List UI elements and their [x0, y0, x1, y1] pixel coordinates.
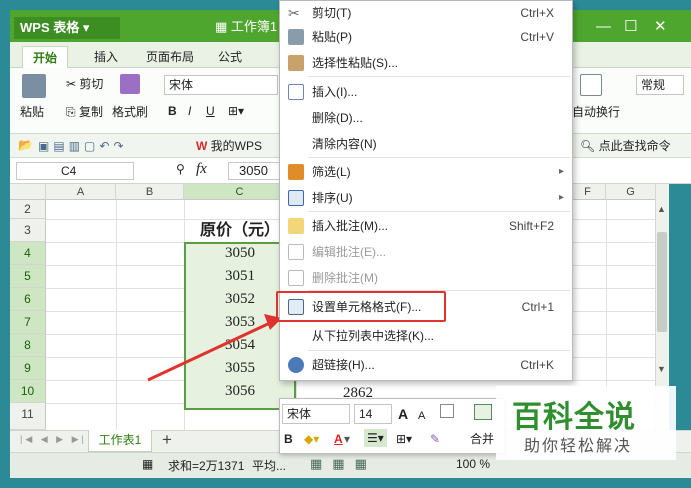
submenu-arrow-icon: ▸ [558, 192, 564, 203]
menu-hyperlink[interactable]: 超链接(H)... Ctrl+K [280, 352, 572, 378]
paste-icon [288, 29, 304, 45]
menu-delete-comment: 删除批注(M) [280, 265, 572, 291]
merge-button[interactable]: 合并 [470, 430, 494, 448]
insert-icon [288, 84, 304, 100]
sort-icon [288, 190, 304, 206]
menu-sort[interactable]: 排序(U) ▸ [280, 185, 572, 211]
fill-color-icon[interactable]: ◆▾ [304, 430, 319, 448]
font-color-dropdown-icon[interactable]: ▾ [344, 430, 350, 448]
scissors-icon: ✂ [288, 5, 300, 21]
menu-insert-comment[interactable]: 插入批注(M)... Shift+F2 [280, 213, 572, 239]
submenu-arrow-icon: ▸ [558, 166, 564, 177]
menu-filter[interactable]: 筛选(L) ▸ [280, 159, 572, 185]
watermark-title: 百科全说 [512, 401, 636, 434]
menu-clear-contents[interactable]: 清除内容(N) [280, 131, 572, 157]
highlight-box [276, 291, 446, 322]
menu-separator [308, 157, 570, 158]
menu-paste[interactable]: 粘贴(P) Ctrl+V [280, 24, 572, 50]
menu-separator [308, 76, 570, 77]
filter-icon [288, 164, 304, 180]
menu-separator [308, 211, 570, 212]
align-center-icon[interactable]: ☰▾ [364, 429, 387, 447]
menu-paste-special[interactable]: 选择性粘贴(S)... [280, 50, 572, 76]
mini-bold-button[interactable]: B [284, 430, 293, 448]
status-icon: ▦ [142, 457, 154, 471]
zoom-level[interactable]: 100 % [456, 457, 490, 471]
shrink-font-button[interactable]: A [418, 407, 425, 425]
menu-cut[interactable]: ✂ 剪切(T) Ctrl+X [280, 0, 572, 26]
status-sum: 求和=2万1371 [168, 459, 245, 473]
status-average: 平均... [252, 459, 287, 473]
grow-font-button[interactable]: A [398, 405, 408, 423]
font-color-button[interactable]: A [334, 430, 343, 448]
menu-delete[interactable]: 删除(D)... [280, 105, 572, 131]
mini-font-select[interactable]: 宋体 [282, 404, 350, 424]
paste-special-icon [288, 55, 304, 71]
merge-icon[interactable] [474, 404, 492, 420]
comment-add-icon [288, 218, 304, 234]
scroll-down-icon[interactable]: ▼ [657, 364, 666, 374]
menu-insert[interactable]: 插入(I)... [280, 79, 572, 105]
sheet-nav-icons[interactable]: |◀ ◀ ▶ ▶| [20, 434, 87, 445]
menu-edit-comment: 编辑批注(E)... [280, 239, 572, 265]
comment-edit-icon [288, 244, 304, 260]
scroll-thumb[interactable] [657, 232, 667, 332]
mini-size-select[interactable]: 14 [354, 404, 392, 424]
add-sheet-button[interactable]: + [162, 430, 172, 450]
mini-border-icon[interactable]: ⊞▾ [396, 430, 412, 448]
view-mode-icons[interactable]: ▦▦▦ [310, 456, 377, 472]
sheet-tab-1[interactable]: 工作表1 [88, 430, 152, 452]
watermark-subtitle: 助你轻松解决 [524, 438, 633, 455]
menu-separator [308, 350, 570, 351]
menu-pick-from-list[interactable]: 从下拉列表中选择(K)... [280, 323, 572, 349]
mini-format-painter-icon[interactable]: ✎ [430, 430, 440, 448]
hyperlink-icon [288, 357, 304, 373]
scroll-up-icon[interactable]: ▲ [657, 204, 666, 214]
clear-format-icon[interactable] [440, 404, 454, 418]
comment-delete-icon [288, 270, 304, 286]
